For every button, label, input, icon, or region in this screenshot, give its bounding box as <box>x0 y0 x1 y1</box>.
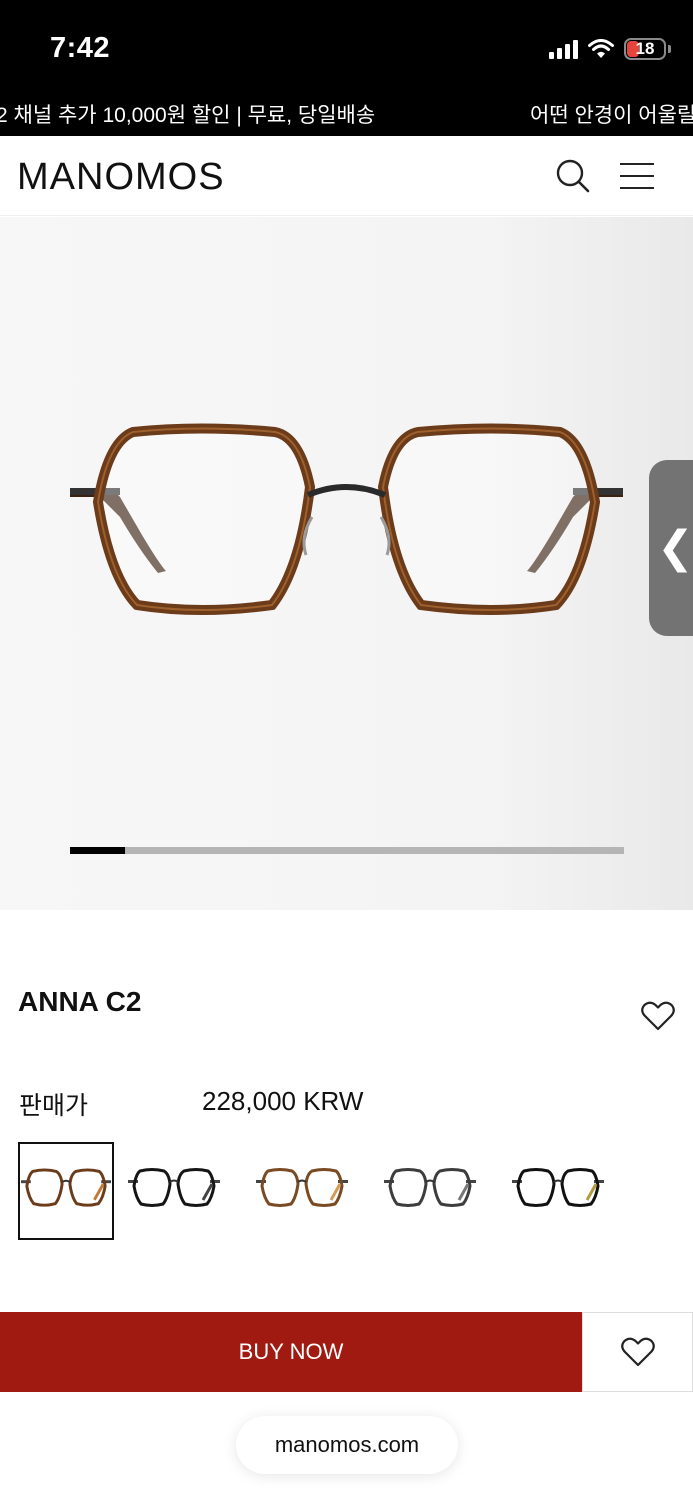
status-time: 7:42 <box>50 32 111 64</box>
product-image <box>70 423 623 615</box>
glasses-icon <box>20 1168 112 1207</box>
promo-text: 2 채널 추가 10,000원 할인 | 무료, 당일배송 <box>0 104 376 127</box>
battery-level: 18 <box>635 39 655 58</box>
wifi-icon <box>588 39 614 58</box>
heart-icon <box>641 1001 675 1031</box>
battery-icon: 18 <box>624 38 666 60</box>
heart-icon <box>620 1337 655 1367</box>
brand-logo[interactable]: MANOMOS <box>17 156 225 199</box>
chevron-left-icon[interactable]: ❮ <box>657 522 693 574</box>
wishlist-button[interactable] <box>641 1001 675 1036</box>
status-bar: 7:42 18 <box>0 0 693 96</box>
variant-thumbnail[interactable] <box>126 1142 222 1240</box>
promo-banner[interactable]: 2 채널 추가 10,000원 할인 | 무료, 당일배송 어떤 안경이 어울릴 <box>0 96 693 136</box>
search-button[interactable] <box>555 158 591 199</box>
browser-url-bar[interactable]: manomos.com <box>236 1416 458 1474</box>
price-label: 판매가 <box>19 1092 89 1120</box>
promo-text-next: 어떤 안경이 어울릴 <box>530 104 693 127</box>
menu-button[interactable] <box>620 160 656 192</box>
variant-thumbnail[interactable] <box>510 1142 606 1240</box>
price-value: 228,000 KRW <box>202 1086 364 1116</box>
wishlist-bottom-button[interactable] <box>582 1312 693 1392</box>
signal-icon <box>549 39 578 59</box>
gallery-progress <box>70 847 624 854</box>
glasses-icon <box>256 1168 348 1207</box>
product-gallery[interactable]: ❮ <box>0 217 693 910</box>
variant-thumbnail[interactable] <box>18 1142 114 1240</box>
glasses-icon <box>128 1168 220 1207</box>
variant-thumbnail[interactable] <box>382 1142 478 1240</box>
search-icon <box>556 159 590 193</box>
product-name: ANNA C2 <box>18 986 142 1017</box>
glasses-icon <box>384 1168 476 1207</box>
gallery-progress-fill <box>70 847 126 854</box>
buy-now-button[interactable]: BUY NOW <box>0 1312 582 1392</box>
status-icons: 18 <box>549 38 671 60</box>
menu-icon <box>620 163 654 165</box>
variant-thumbnail[interactable] <box>254 1142 350 1240</box>
glasses-icon <box>512 1168 604 1207</box>
